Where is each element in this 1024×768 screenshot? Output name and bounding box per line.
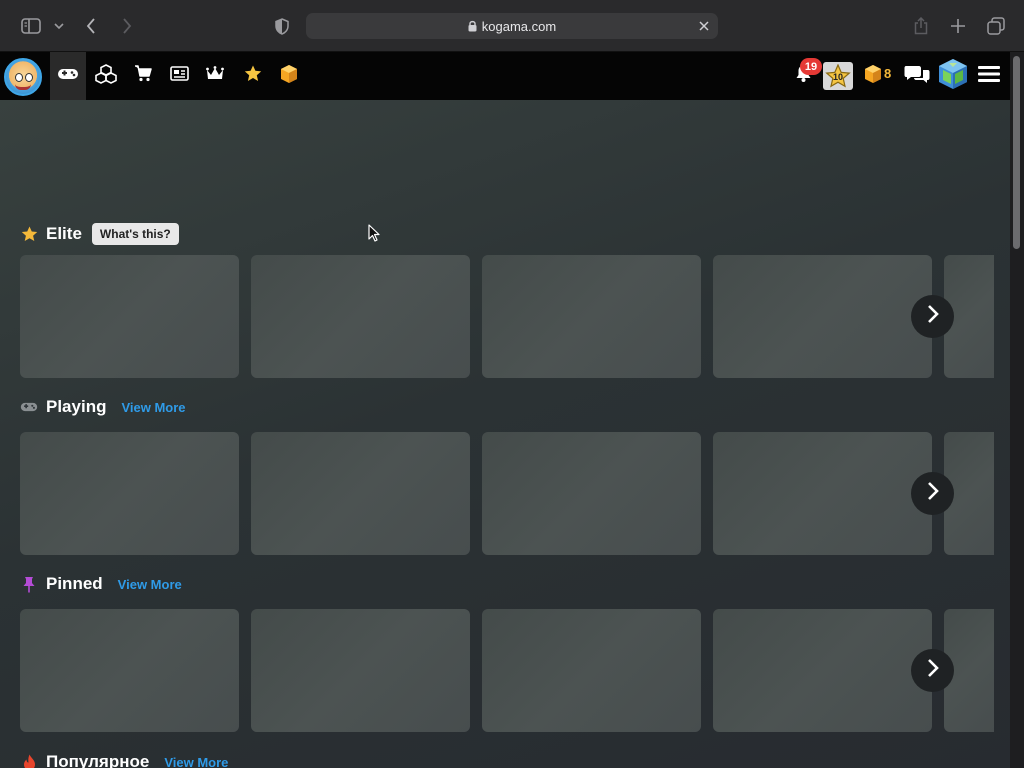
game-card[interactable]: [713, 609, 932, 732]
chevron-right-icon: [927, 658, 939, 683]
game-card[interactable]: [251, 255, 470, 378]
section-title: Pinned: [46, 574, 103, 593]
news-nav-item[interactable]: [166, 52, 192, 100]
star-icon: [20, 225, 38, 243]
game-card[interactable]: [482, 609, 701, 732]
build-nav-item[interactable]: [92, 52, 120, 100]
game-card[interactable]: [713, 255, 932, 378]
section-title: Playing: [46, 397, 107, 416]
game-card[interactable]: [482, 432, 701, 555]
lock-icon: [468, 20, 477, 32]
leaderboard-nav-item[interactable]: [202, 52, 228, 100]
avatar-cube-icon: [938, 58, 968, 95]
view-more-link[interactable]: View More: [164, 755, 228, 768]
view-more-link[interactable]: View More: [118, 577, 182, 592]
gold-cube-icon: [280, 64, 298, 89]
new-tab-icon[interactable]: [948, 14, 968, 38]
gamepad-icon: [57, 67, 79, 86]
shop-nav-item[interactable]: [130, 52, 156, 100]
newspaper-icon: [169, 66, 189, 86]
crown-icon: [206, 65, 224, 87]
star-icon: [244, 65, 262, 87]
game-card[interactable]: [20, 255, 239, 378]
section-header-playing: Playing View More: [20, 395, 186, 419]
scrollbar-thumb[interactable]: [1013, 56, 1020, 249]
fire-icon: [20, 753, 38, 768]
chat-button[interactable]: [902, 52, 932, 100]
hamburger-menu-icon: [978, 65, 1000, 88]
view-more-link[interactable]: View More: [121, 400, 185, 415]
carousel-next-button[interactable]: [911, 472, 954, 515]
gold-cube-icon: [864, 64, 882, 89]
clear-url-icon[interactable]: [696, 18, 712, 34]
notification-count-badge: 19: [800, 58, 822, 75]
gold-balance[interactable]: [862, 52, 884, 100]
url-text: kogama.com: [481, 18, 557, 34]
avatar-mouth: [15, 84, 31, 90]
game-card[interactable]: [20, 432, 239, 555]
back-icon[interactable]: [82, 14, 100, 38]
game-card[interactable]: [20, 609, 239, 732]
carousel-next-button[interactable]: [911, 295, 954, 338]
game-card[interactable]: [713, 432, 932, 555]
section-title: Elite: [46, 224, 82, 243]
pin-icon: [20, 575, 38, 593]
avatar-eye-right: [25, 73, 33, 82]
gold-nav-item[interactable]: [276, 52, 302, 100]
address-bar[interactable]: kogama.com: [306, 13, 718, 39]
game-card[interactable]: [251, 609, 470, 732]
carousel-next-button[interactable]: [911, 649, 954, 692]
chevron-down-icon[interactable]: [52, 14, 66, 38]
avatar-eye-left: [15, 73, 23, 82]
section-header-elite: Elite What's this?: [20, 222, 179, 246]
tab-overview-icon[interactable]: [985, 14, 1007, 38]
profile-avatar-button[interactable]: [937, 52, 969, 100]
section-title: Популярное: [46, 752, 150, 768]
chevron-right-icon: [927, 304, 939, 329]
whats-this-button[interactable]: What's this?: [91, 223, 179, 245]
avatar[interactable]: [4, 58, 42, 96]
gamepad-icon: [20, 398, 38, 416]
gold-count: 8: [884, 66, 892, 81]
section-header-popular: Популярное View More: [20, 750, 228, 768]
cubes-icon: [94, 63, 118, 89]
game-card[interactable]: [482, 255, 701, 378]
privacy-shield-icon[interactable]: [272, 14, 292, 38]
main-menu-button[interactable]: [976, 52, 1002, 100]
forward-icon[interactable]: [118, 14, 136, 38]
level-number: 10: [833, 72, 843, 82]
games-nav-item[interactable]: [50, 52, 86, 100]
mouse-pointer-icon: [368, 224, 380, 247]
browser-toolbar: kogama.com: [0, 0, 1024, 52]
level-badge[interactable]: 10: [823, 62, 853, 90]
game-card[interactable]: [251, 432, 470, 555]
sidebar-toggle-icon[interactable]: [20, 14, 42, 38]
shopping-cart-icon: [134, 65, 152, 87]
chevron-right-icon: [927, 481, 939, 506]
site-nav-bar: [0, 52, 1010, 100]
section-header-pinned: Pinned View More: [20, 572, 182, 596]
chat-bubbles-icon: [904, 64, 930, 89]
share-icon[interactable]: [910, 14, 932, 38]
elite-nav-item[interactable]: [240, 52, 266, 100]
